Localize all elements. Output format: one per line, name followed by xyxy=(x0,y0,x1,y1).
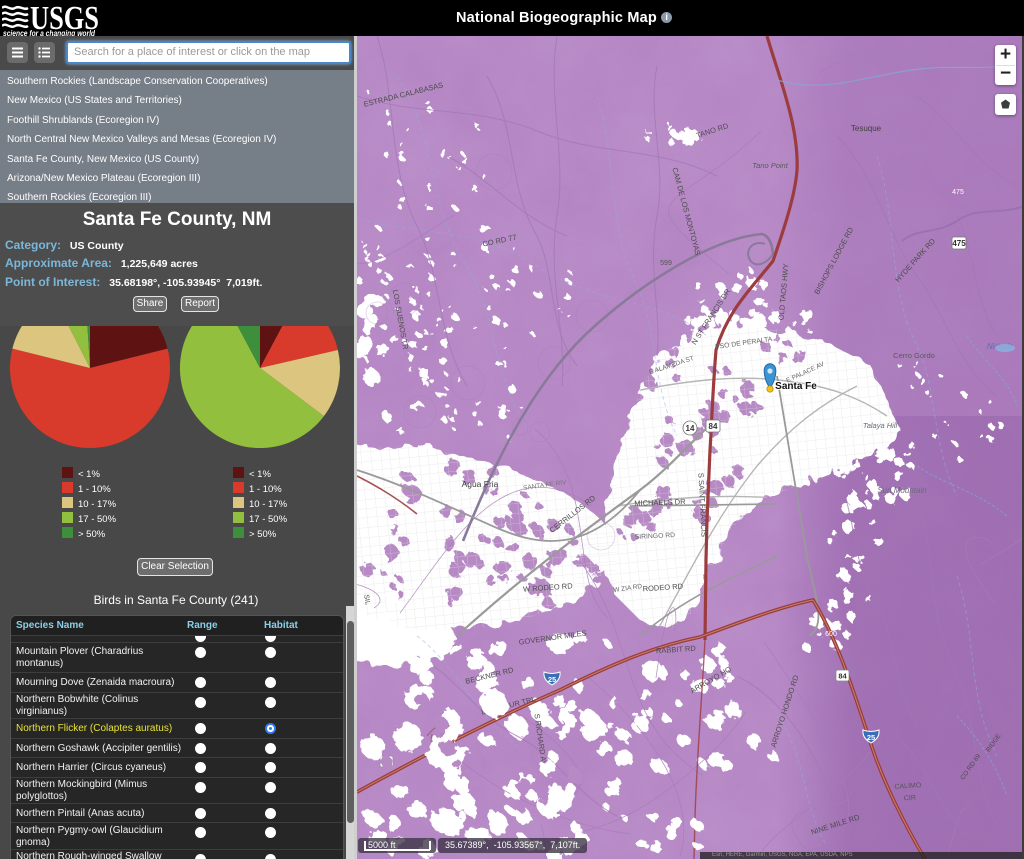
svg-text:84: 84 xyxy=(709,422,718,431)
svg-text:MICHAELS DR: MICHAELS DR xyxy=(634,497,686,508)
svg-text:600: 600 xyxy=(825,631,837,638)
svg-text:Tano Point: Tano Point xyxy=(752,161,789,170)
svg-text:475: 475 xyxy=(952,189,964,196)
svg-text:475: 475 xyxy=(952,239,966,248)
svg-text:CIR: CIR xyxy=(904,795,917,803)
svg-text:Santa Fe: Santa Fe xyxy=(775,381,817,392)
svg-text:84: 84 xyxy=(838,672,847,681)
svg-text:Agua Fria: Agua Fria xyxy=(462,479,499,489)
svg-text:14: 14 xyxy=(686,424,695,433)
svg-text:Sun Mountain: Sun Mountain xyxy=(877,486,927,495)
svg-text:Talaya Hill: Talaya Hill xyxy=(863,421,898,430)
svg-text:Cerro Gordo: Cerro Gordo xyxy=(893,351,935,360)
svg-text:25: 25 xyxy=(867,733,875,742)
svg-text:Tesuque: Tesuque xyxy=(851,124,882,133)
svg-text:25: 25 xyxy=(548,675,556,684)
svg-text:599: 599 xyxy=(660,260,672,267)
